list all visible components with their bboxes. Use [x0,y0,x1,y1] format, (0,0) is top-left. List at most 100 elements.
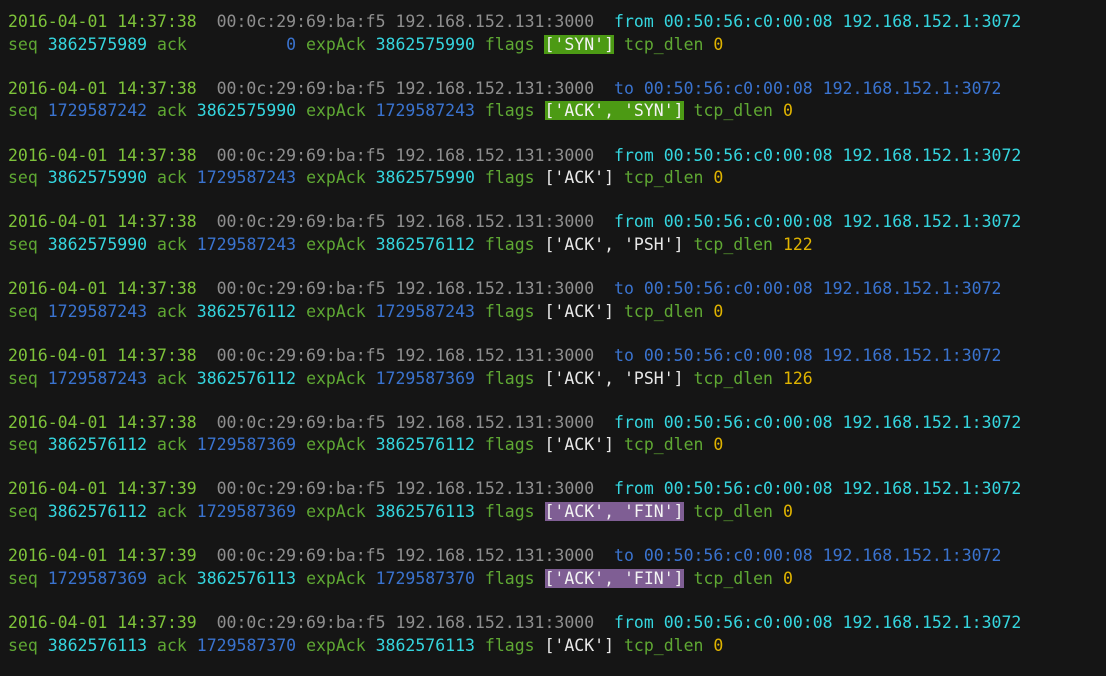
flags-value: ['ACK', 'FIN'] [544,502,684,522]
dest-mac: 00:50:56:c0:00:08 [643,78,813,98]
seq-label: seq [8,635,38,655]
expack-label: expAck [306,234,366,254]
packet-header-line: 2016-04-01 14:37:39 00:0c:29:69:ba:f5 19… [8,545,1106,568]
seq-label: seq [8,301,38,321]
ack-label: ack [157,101,187,121]
seq-label: seq [8,368,38,388]
tcp-dlen-label: tcp_dlen [693,502,773,522]
tcp-dlen-label: tcp_dlen [623,168,704,188]
tcp-dlen-value: 0 [713,34,724,54]
ack-label: ack [157,234,187,254]
expack-value: 1729587369 [375,368,475,388]
packet-entry: 2016-04-01 14:37:38 00:0c:29:69:ba:f5 19… [8,211,1106,256]
direction-label: to [614,546,634,566]
packet-detail-line: seq 3862576112 ack 1729587369 expAck 386… [8,501,1106,524]
direction-label: from [614,212,654,232]
tcp-dlen-value: 126 [782,368,813,388]
seq-value: 1729587243 [47,368,148,388]
direction-label: from [614,12,654,31]
seq-value: 3862576112 [47,435,148,455]
expack-value: 3862576112 [375,435,475,455]
tcp-dlen-value: 0 [782,502,793,522]
source-mac: 00:0c:29:69:ba:f5 [216,479,386,499]
expack-label: expAck [306,568,366,588]
dest-ip-port: 192.168.152.1:3072 [822,345,1002,365]
dest-mac: 00:50:56:c0:00:08 [643,345,813,365]
ack-value: 1729587243 [196,234,297,254]
flags-value: ['ACK'] [544,168,615,188]
seq-value: 3862575990 [47,168,148,188]
expack-value: 3862575990 [375,168,475,188]
dest-mac: 00:50:56:c0:00:08 [663,613,833,633]
flags-label: flags [484,168,535,188]
ack-label: ack [157,435,187,455]
dest-ip-port: 192.168.152.1:3072 [842,412,1022,432]
ack-label: ack [157,635,187,655]
dest-ip-port: 192.168.152.1:3072 [842,145,1022,165]
packet-header-line: 2016-04-01 14:37:38 00:0c:29:69:ba:f5 19… [8,412,1106,435]
seq-value: 3862575989 [47,34,148,54]
source-ip-port: 192.168.152.131:3000 [395,78,595,98]
seq-label: seq [8,502,38,522]
tcp-dlen-value: 0 [782,568,793,588]
expack-value: 3862576113 [375,635,475,655]
direction-label: from [614,479,654,499]
packet-timestamp: 2016-04-01 14:37:38 [8,412,197,432]
flags-value: ['ACK'] [544,435,615,455]
dest-mac: 00:50:56:c0:00:08 [663,212,833,232]
expack-label: expAck [306,435,366,455]
expack-label: expAck [306,368,366,388]
source-ip-port: 192.168.152.131:3000 [395,613,595,633]
tcp-dlen-value: 0 [713,435,724,455]
flags-label: flags [484,34,535,54]
packet-entry: 2016-04-01 14:37:38 00:0c:29:69:ba:f5 19… [8,11,1106,56]
flags-value: ['ACK', 'FIN'] [544,568,684,588]
ack-value: 3862576113 [196,568,297,588]
seq-label: seq [8,435,38,455]
packet-detail-line: seq 3862575989 ack 0 expAck 3862575990 f… [8,34,1106,57]
source-ip-port: 192.168.152.131:3000 [395,412,595,432]
packet-timestamp: 2016-04-01 14:37:39 [8,479,197,499]
packet-detail-line: seq 1729587369 ack 3862576113 expAck 172… [8,568,1106,591]
flags-label: flags [484,635,535,655]
packet-header-line: 2016-04-01 14:37:38 00:0c:29:69:ba:f5 19… [8,11,1106,34]
packet-entry: 2016-04-01 14:37:38 00:0c:29:69:ba:f5 19… [8,145,1106,190]
source-ip-port: 192.168.152.131:3000 [395,212,595,232]
flags-label: flags [484,234,535,254]
flags-value: ['ACK'] [544,301,615,321]
seq-value: 1729587243 [47,301,148,321]
dest-ip-port: 192.168.152.1:3072 [842,613,1022,633]
packet-timestamp: 2016-04-01 14:37:38 [8,345,197,365]
flags-value: ['ACK'] [544,635,615,655]
dest-mac: 00:50:56:c0:00:08 [643,546,813,566]
packet-timestamp: 2016-04-01 14:37:38 [8,12,197,31]
expack-label: expAck [306,301,366,321]
source-ip-port: 192.168.152.131:3000 [395,345,595,365]
ack-label: ack [157,168,187,188]
source-mac: 00:0c:29:69:ba:f5 [216,145,386,165]
expack-label: expAck [306,101,366,121]
tcp-dlen-value: 0 [713,635,724,655]
terminal-output[interactable]: 2016-04-01 14:37:38 00:0c:29:69:ba:f5 19… [0,0,1106,657]
source-mac: 00:0c:29:69:ba:f5 [216,212,386,232]
packet-timestamp: 2016-04-01 14:37:39 [8,613,197,633]
flags-value: ['ACK', 'PSH'] [544,234,684,254]
tcp-dlen-value: 0 [713,168,724,188]
dest-mac: 00:50:56:c0:00:08 [643,279,813,299]
packet-detail-line: seq 3862575990 ack 1729587243 expAck 386… [8,167,1106,190]
ack-label: ack [157,502,187,522]
seq-label: seq [8,101,38,121]
packet-timestamp: 2016-04-01 14:37:39 [8,546,197,566]
dest-ip-port: 192.168.152.1:3072 [842,12,1022,31]
tcp-dlen-value: 122 [782,234,813,254]
source-mac: 00:0c:29:69:ba:f5 [216,412,386,432]
packet-detail-line: seq 1729587243 ack 3862576112 expAck 172… [8,368,1106,391]
flags-label: flags [484,101,535,121]
packet-timestamp: 2016-04-01 14:37:38 [8,78,197,98]
direction-label: to [614,345,634,365]
expack-label: expAck [306,34,366,54]
dest-ip-port: 192.168.152.1:3072 [822,279,1002,299]
expack-value: 1729587243 [375,101,475,121]
source-mac: 00:0c:29:69:ba:f5 [216,12,386,31]
ack-value: 0 [286,34,297,54]
